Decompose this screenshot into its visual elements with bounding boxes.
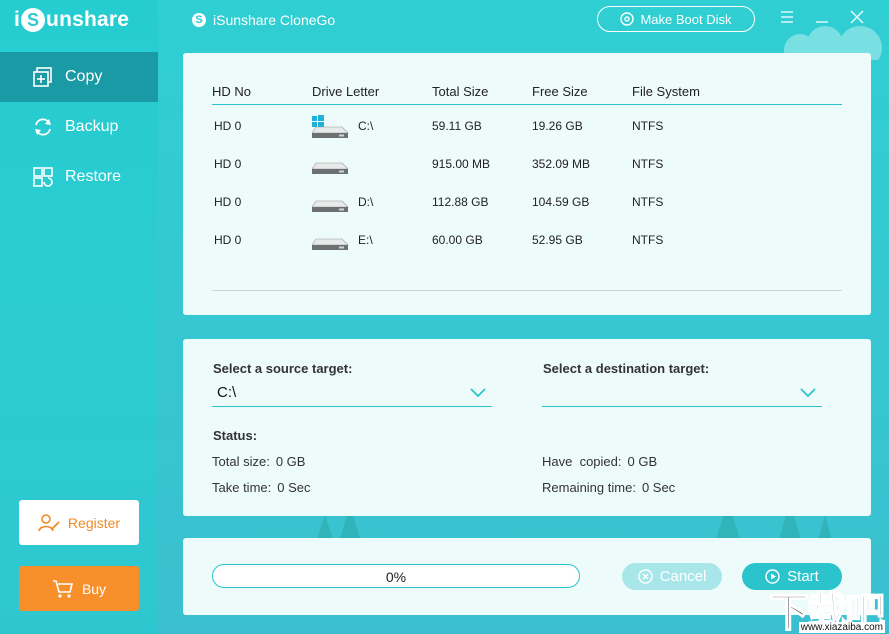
table-row[interactable]: HD 0 D:\ 112.88 GB 104.59 GB NTFS	[183, 187, 871, 217]
cell-file-system: NTFS	[632, 195, 664, 209]
remaining-time-value: 0 Sec	[641, 480, 676, 495]
drive-table-panel: HD No Drive Letter Total Size Free Size …	[183, 53, 871, 315]
progress-bar: 0%	[212, 564, 580, 588]
cell-file-system: NTFS	[632, 157, 664, 171]
boot-disk-icon	[620, 12, 635, 26]
status-heading: Status:	[213, 428, 258, 443]
take-time-label: Take time:	[212, 480, 272, 495]
app-logo-icon: S	[192, 13, 206, 27]
column-header-hd-no: HD No	[212, 84, 252, 99]
sidebar-item-label: Backup	[65, 118, 119, 135]
make-boot-disk-label: Make Boot Disk	[640, 11, 732, 27]
cell-total-size: 59.11 GB	[432, 119, 482, 133]
source-target-dropdown[interactable]: C:\	[212, 380, 492, 407]
have-copied-stat: Have copied: 0 GB	[542, 454, 657, 469]
brand-logo: i S unshare	[14, 8, 129, 32]
restore-icon	[33, 167, 53, 187]
cell-total-size: 112.88 GB	[432, 195, 489, 209]
progress-percent: 0%	[385, 569, 407, 585]
column-header-drive-letter: Drive Letter	[312, 84, 380, 99]
cell-free-size: 19.26 GB	[532, 119, 583, 133]
cell-total-size: 915.00 MB	[432, 157, 491, 171]
column-header-total-size: Total Size	[432, 84, 489, 99]
cell-drive-letter: C:\	[358, 119, 374, 133]
sidebar-item-copy[interactable]: Copy	[0, 52, 158, 102]
column-header-free-size: Free Size	[532, 84, 588, 99]
hamburger-icon[interactable]	[780, 10, 794, 29]
app-window: i S unshare Copy Backup Restore Register…	[0, 0, 889, 634]
site-watermark: 下载吧 www.xiazaiba.com	[751, 578, 889, 634]
buy-label: Buy	[81, 580, 107, 597]
cart-icon	[52, 579, 73, 598]
logo-prefix: i	[14, 8, 21, 31]
sidebar-item-backup[interactable]: Backup	[0, 102, 158, 152]
total-size-stat: Total size: 0 GB	[212, 454, 305, 469]
chevron-down-icon	[800, 388, 816, 398]
disk-icon	[312, 200, 349, 212]
have-copied-value: 0 GB	[627, 454, 658, 469]
column-header-file-system: File System	[632, 84, 700, 99]
table-row[interactable]: HD 0 E:\ 60.00 GB 52.95 GB NTFS	[183, 225, 871, 255]
sidebar-item-label: Copy	[65, 68, 103, 85]
cell-drive-letter: E:\	[358, 233, 373, 247]
logo-sun-icon: S	[21, 8, 46, 32]
cell-hd-no: HD 0	[214, 195, 242, 209]
register-button[interactable]: Register	[19, 500, 139, 545]
header-divider	[212, 104, 842, 105]
logo-suffix: unshare	[46, 8, 130, 31]
close-icon[interactable]	[850, 10, 864, 29]
table-row[interactable]: HD 0 C:\ 59.11 GB 19.26 GB NTFS	[183, 111, 871, 141]
cancel-label: Cancel	[659, 568, 707, 585]
cell-hd-no: HD 0	[214, 233, 242, 247]
have-copied-label: Have copied:	[542, 454, 622, 469]
cell-drive-letter: D:\	[358, 195, 374, 209]
total-size-value: 0 GB	[275, 454, 306, 469]
cell-free-size: 104.59 GB	[532, 195, 590, 209]
table-bottom-divider	[212, 290, 842, 291]
cell-file-system: NTFS	[632, 119, 664, 133]
source-target-label: Select a source target:	[213, 361, 353, 376]
buy-button[interactable]: Buy	[19, 566, 139, 611]
disk-icon	[312, 238, 349, 250]
target-selection-panel: Select a source target: C:\ Select a des…	[183, 339, 871, 516]
cell-free-size: 352.09 MB	[532, 157, 591, 171]
backup-icon	[35, 118, 51, 136]
sidebar-item-restore[interactable]: Restore	[0, 152, 158, 202]
cell-hd-no: HD 0	[214, 157, 242, 171]
copy-icon	[33, 67, 52, 87]
remaining-time-label: Remaining time:	[542, 480, 636, 495]
minimize-icon[interactable]	[815, 10, 829, 29]
app-title: S iSunshare CloneGo	[192, 12, 335, 28]
total-size-label: Total size:	[212, 454, 270, 469]
sidebar: i S unshare Copy Backup Restore Register…	[0, 0, 158, 634]
cell-total-size: 60.00 GB	[432, 233, 483, 247]
register-label: Register	[67, 514, 121, 531]
table-row[interactable]: HD 0 915.00 MB 352.09 MB NTFS	[183, 149, 871, 179]
disk-icon	[312, 162, 349, 174]
destination-target-dropdown[interactable]	[542, 380, 822, 407]
remaining-time-stat: Remaining time: 0 Sec	[542, 480, 675, 495]
watermark-url: www.xiazaiba.com	[798, 622, 885, 633]
windows-disk-icon	[312, 115, 349, 138]
cell-free-size: 52.95 GB	[532, 233, 583, 247]
destination-target-label: Select a destination target:	[543, 361, 710, 376]
cell-file-system: NTFS	[632, 233, 664, 247]
app-title-text: iSunshare CloneGo	[213, 12, 336, 28]
take-time-stat: Take time: 0 Sec	[212, 480, 311, 495]
make-boot-disk-button[interactable]: Make Boot Disk	[597, 6, 755, 32]
source-target-value: C:\	[217, 384, 237, 401]
cell-hd-no: HD 0	[214, 119, 242, 133]
chevron-down-icon	[470, 388, 486, 398]
take-time-value: 0 Sec	[277, 480, 311, 495]
sidebar-item-label: Restore	[65, 168, 122, 185]
cancel-icon	[637, 569, 653, 584]
register-icon	[38, 513, 60, 531]
cancel-button[interactable]: Cancel	[622, 563, 722, 590]
